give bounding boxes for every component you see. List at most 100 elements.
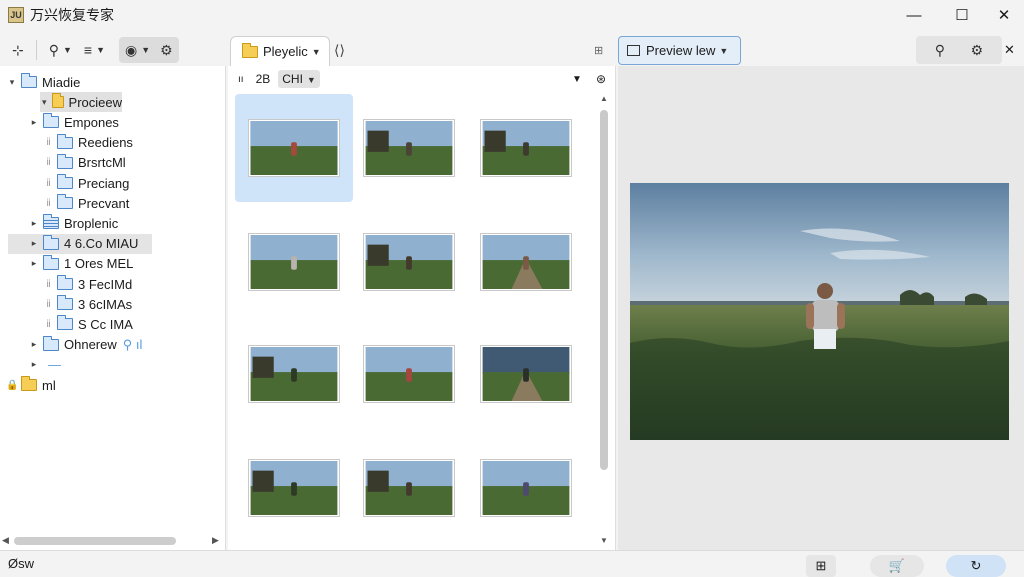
list-icon: ≡ bbox=[83, 42, 93, 58]
tab-preview[interactable]: Preview lew ▼ bbox=[618, 36, 741, 65]
scroll-left-icon[interactable]: ◀ bbox=[2, 535, 9, 546]
preview-tools: ⚲ ⚙ bbox=[916, 36, 1002, 64]
thumbnail-item[interactable] bbox=[235, 320, 353, 428]
gear-icon: ⚙ bbox=[160, 41, 173, 58]
tree-item-label: — bbox=[48, 357, 61, 373]
cart-button[interactable]: 🛒 bbox=[870, 555, 924, 577]
thumbnail-item[interactable] bbox=[467, 208, 585, 316]
tree-item[interactable]: ▸ Ohnerew ⚲ ıl bbox=[0, 335, 142, 355]
settings-icon[interactable]: ⚙ bbox=[971, 42, 984, 59]
tree-connector-icon: ⅱ bbox=[46, 137, 51, 149]
tree-item[interactable]: ▾ Procieew bbox=[40, 92, 122, 113]
scroll-down-icon[interactable]: ▼ bbox=[600, 536, 608, 545]
tree-item[interactable]: ⅱ 3 6cIMAs bbox=[0, 294, 132, 314]
folder-icon bbox=[57, 133, 73, 149]
tree-item[interactable]: ▸ Empones bbox=[0, 112, 119, 132]
app-window: JU 万兴恢复专家 — ☐ ✕ ⊹ ⚲ ▼ ≡ ▼ ◉ ▼ ⚙ Pleyelic ▼ ⟨… bbox=[0, 0, 1024, 577]
tree-item-label: Ohnerew bbox=[64, 337, 117, 353]
chevron-right-icon[interactable]: ▸ bbox=[28, 218, 40, 229]
folder-icon bbox=[21, 376, 37, 391]
tree-item-label: Reediens bbox=[78, 135, 133, 151]
split-view-button[interactable]: ⊹ bbox=[6, 37, 30, 63]
app-logo-icon: JU bbox=[8, 7, 24, 23]
tree-item[interactable]: 🔒 ml bbox=[0, 375, 56, 395]
scroll-thumb[interactable] bbox=[600, 110, 608, 470]
back-forward-button[interactable]: ⟨⟩ bbox=[334, 42, 345, 59]
scan-menu-button[interactable]: ◉ ▼ ⚙ bbox=[119, 37, 179, 63]
tab-pleyelic[interactable]: Pleyelic ▼ bbox=[230, 36, 330, 66]
tree-item[interactable]: ⅱ Precvant bbox=[0, 193, 129, 213]
column-icon[interactable]: ıı bbox=[238, 74, 244, 85]
thumbnail-item[interactable] bbox=[350, 208, 468, 316]
thumbnail-item[interactable] bbox=[235, 208, 353, 316]
scroll-thumb[interactable] bbox=[14, 537, 176, 545]
thumbnail-item[interactable] bbox=[350, 434, 468, 542]
link-menu-button[interactable]: ⚲ ▼ bbox=[43, 37, 78, 63]
chevron-down-icon: ▼ bbox=[141, 45, 151, 55]
thumbnail-item[interactable] bbox=[350, 94, 468, 202]
scroll-right-icon[interactable]: ▶ bbox=[212, 535, 219, 546]
thumbnail-item[interactable] bbox=[467, 94, 585, 202]
tree-item[interactable]: ⅱ 3 FecIMd bbox=[0, 274, 132, 294]
tree-item[interactable]: ⅱ S Cc IMA bbox=[0, 314, 133, 334]
chevron-right-icon[interactable]: ▸ bbox=[28, 117, 40, 128]
folder-icon bbox=[57, 194, 73, 210]
folder-icon bbox=[43, 234, 59, 250]
lock-icon[interactable]: 🔒 bbox=[6, 380, 18, 391]
tree-item[interactable]: ▾ Miadie bbox=[0, 72, 80, 92]
chevron-down-icon[interactable]: ▾ bbox=[6, 77, 18, 88]
chevron-right-icon[interactable]: ▸ bbox=[28, 359, 40, 370]
chevron-down-icon: ▼ bbox=[306, 75, 316, 85]
thumbnail-header: ıı 2B CHI ▼ ▼ ⊛ bbox=[228, 66, 616, 92]
tree-horizontal-scrollbar[interactable]: ◀ ▶ bbox=[0, 532, 226, 550]
thumbnail-image bbox=[364, 346, 454, 402]
thumbnail-vertical-scrollbar[interactable]: ▲ ▼ bbox=[596, 92, 612, 550]
filter-icon[interactable]: ⊛ bbox=[596, 72, 606, 86]
refresh-button[interactable]: ↻ bbox=[946, 555, 1006, 577]
tree-item[interactable]: ⅱ Reediens bbox=[0, 133, 133, 153]
chevron-down-icon[interactable]: ▼ bbox=[572, 74, 582, 85]
tree-item-label: ml bbox=[42, 377, 56, 393]
chevron-right-icon[interactable]: ▸ bbox=[28, 238, 40, 249]
view-size-button[interactable]: 2B bbox=[256, 72, 271, 86]
tree-item-label: 1 Ores MEL bbox=[64, 256, 134, 272]
thumbnail-image bbox=[364, 234, 454, 290]
chevron-right-icon[interactable]: ▸ bbox=[28, 258, 40, 269]
list-menu-button[interactable]: ≡ ▼ bbox=[78, 37, 111, 63]
chevron-down-icon: ▼ bbox=[311, 46, 321, 57]
chevron-right-icon[interactable]: ▸ bbox=[28, 339, 40, 350]
preview-image bbox=[630, 183, 1009, 440]
scroll-up-icon[interactable]: ▲ bbox=[600, 94, 608, 103]
tree-item[interactable]: ⅱ Preciang bbox=[0, 173, 129, 193]
minimize-button[interactable]: — bbox=[892, 0, 936, 30]
thumbnail-item[interactable] bbox=[235, 94, 353, 202]
grid-view-button[interactable]: ⊞ bbox=[806, 555, 836, 577]
tree-item[interactable]: ⅱ BrsrtcMl bbox=[0, 153, 126, 173]
thumbnail-item[interactable] bbox=[350, 320, 468, 428]
tree-item[interactable]: ▸ — bbox=[0, 355, 61, 375]
tree-item[interactable]: ▸ 4 6.Co MIAU bbox=[8, 233, 152, 254]
thumbnail-item[interactable] bbox=[467, 434, 585, 542]
tree-item-label: Miadie bbox=[42, 74, 81, 90]
thumbnail-item[interactable] bbox=[467, 320, 585, 428]
chevron-down-icon[interactable]: ▾ bbox=[40, 97, 49, 108]
thumbnail-item[interactable] bbox=[235, 434, 353, 542]
maximize-button[interactable]: ☐ bbox=[940, 0, 984, 30]
close-preview-button[interactable]: ✕ bbox=[1004, 42, 1015, 58]
close-button[interactable]: ✕ bbox=[982, 0, 1024, 30]
tree-item-label: Precvant bbox=[78, 195, 130, 211]
preview-tab-label: Preview lew bbox=[646, 43, 716, 58]
tree-item-label: 3 6cIMAs bbox=[78, 296, 133, 312]
title-bar: JU 万兴恢复专家 — ☐ ✕ bbox=[0, 0, 1024, 30]
tree-item[interactable]: ▸ 1 Ores MEL bbox=[0, 254, 133, 274]
sort-button[interactable]: CHI ▼ bbox=[278, 70, 320, 88]
search-icon[interactable]: ⚲ bbox=[935, 42, 945, 59]
expand-icon[interactable]: ⊞ bbox=[594, 44, 603, 57]
tree-item[interactable]: ▸ Broplenic bbox=[0, 213, 118, 233]
split-icon: ⊹ bbox=[12, 41, 24, 58]
thumbnail-image bbox=[249, 460, 339, 516]
thumbnail-image bbox=[481, 460, 571, 516]
status-label: Øsw bbox=[8, 556, 34, 571]
folder-tree-pane: ▾ Miadie ▾ Procieew ▸ Empones ⅱ Reediens ⅱ Brsrtc… bbox=[0, 66, 226, 550]
folder-icon bbox=[242, 42, 258, 58]
